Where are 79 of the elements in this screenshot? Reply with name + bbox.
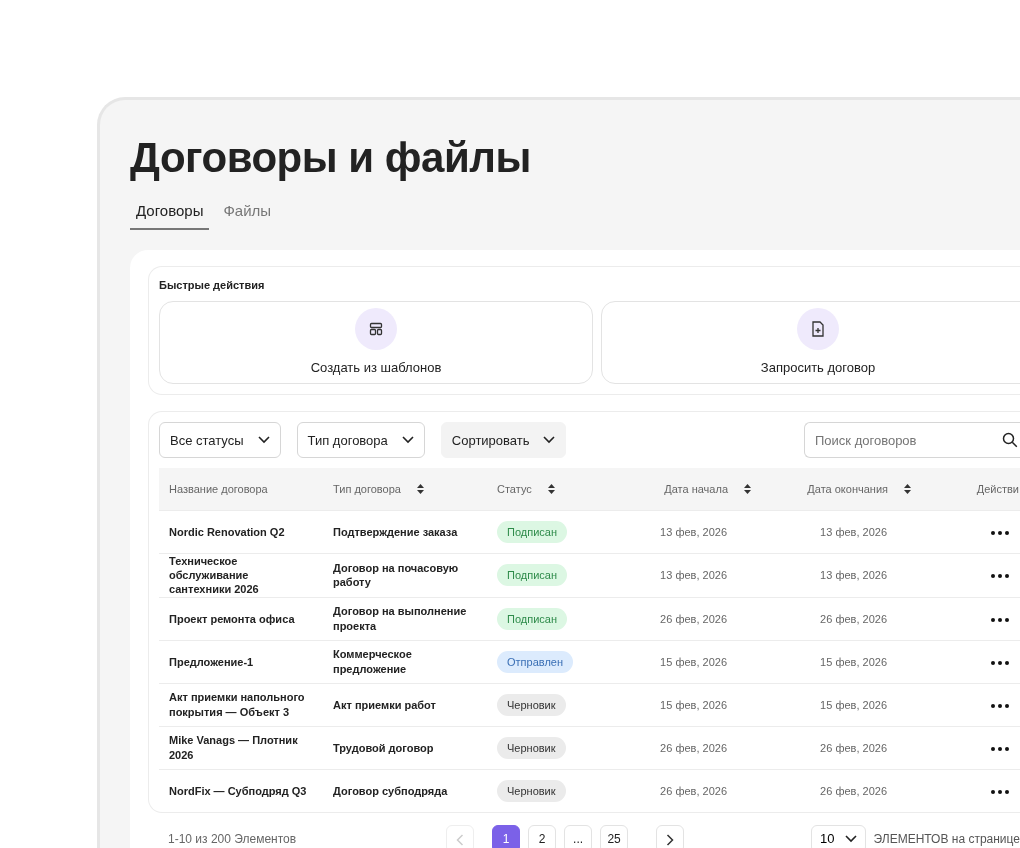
file-plus-icon <box>811 321 825 338</box>
table-cell: 13 фев, 2026 <box>660 525 727 538</box>
table-cell: 13 фев, 2026 <box>660 569 727 582</box>
chevron-down-icon <box>543 436 556 445</box>
table-cell: 13 фев, 2026 <box>820 525 887 538</box>
chevron-down-icon <box>257 436 270 445</box>
more-icon[interactable] <box>991 703 1009 708</box>
search-field[interactable]: Поиск договоров <box>804 422 1020 459</box>
quick-action-button[interactable]: Создать из шаблонов <box>159 301 593 385</box>
per-page-dropdown[interactable]: 10 <box>811 825 866 848</box>
chevron-left-icon <box>456 834 465 846</box>
layout-icon <box>369 322 383 337</box>
more-icon[interactable] <box>991 746 1009 751</box>
table-cell: Проект ремонта офиса <box>169 612 295 625</box>
table-cell: Техническое обслуживание сантехники 2026 <box>169 554 259 596</box>
next-page-button[interactable] <box>656 825 685 848</box>
column-header: Дата начала <box>664 481 728 497</box>
table-cell: 15 фев, 2026 <box>820 698 887 711</box>
tab[interactable]: Файлы <box>217 196 278 230</box>
table-cell: Mike Vanags — Плотник 2026 <box>169 734 298 761</box>
search-icon <box>1002 432 1018 449</box>
table-cell: Договор на почасовую работу <box>333 561 459 589</box>
page-button[interactable]: 1 <box>492 825 521 848</box>
quick-action-button[interactable]: Запросить договор <box>601 301 1020 385</box>
more-icon[interactable] <box>991 789 1009 794</box>
page-title: Договоры и файлы <box>130 134 532 183</box>
table-cell: Коммерческое предложение <box>333 648 412 675</box>
sort-icon <box>547 484 555 495</box>
table-cell: Nordic Renovation Q2 <box>169 525 285 538</box>
column-header: Статус <box>497 481 532 497</box>
table-cell: Подтверждение заказа <box>333 525 458 538</box>
per-page-label: ЭЛЕМЕНТОВ на странице <box>873 831 1020 848</box>
table-cell: 26 фев, 2026 <box>820 612 887 625</box>
table-cell: 15 фев, 2026 <box>660 698 727 711</box>
sort-icon <box>416 484 424 495</box>
status-badge: Отправлен <box>497 650 573 673</box>
table-cell: 26 фев, 2026 <box>820 784 887 797</box>
status-badge: Черновик <box>497 779 566 803</box>
filter-dropdown[interactable]: Сортировать <box>440 422 567 459</box>
table-cell: 15 фев, 2026 <box>820 655 887 668</box>
table-cell: Трудовой договор <box>333 741 434 754</box>
table-cell: Акт приемки работ <box>333 698 436 711</box>
table-cell: Предложение-1 <box>169 655 254 668</box>
status-badge: Подписан <box>497 520 567 543</box>
status-badge: Черновик <box>497 736 566 759</box>
column-header: Дата окончания <box>807 481 888 497</box>
table-cell: 15 фев, 2026 <box>660 655 727 668</box>
sort-icon <box>904 484 911 495</box>
table-cell: 13 фев, 2026 <box>820 569 887 582</box>
table-cell: 26 фев, 2026 <box>660 784 727 797</box>
more-icon[interactable] <box>991 574 1009 579</box>
more-icon[interactable] <box>991 617 1009 622</box>
status-badge: Подписан <box>497 564 567 587</box>
status-badge: Подписан <box>497 607 567 630</box>
table-cell: 26 фев, 2026 <box>820 741 887 754</box>
filter-dropdown[interactable]: Все статусы <box>159 422 281 459</box>
more-icon[interactable] <box>991 530 1009 535</box>
sort-icon <box>744 484 751 495</box>
page-button[interactable]: 25 <box>600 825 629 848</box>
page-button[interactable]: 2 <box>528 825 557 848</box>
filter-dropdown[interactable]: Тип договора <box>296 422 425 459</box>
table-cell: 26 фев, 2026 <box>660 741 727 754</box>
section-title: Быстрые действия <box>159 277 266 293</box>
status-badge: Черновик <box>497 693 566 716</box>
page-button[interactable]: ... <box>564 825 593 848</box>
pagination-summary: 1-10 из 200 Элементов <box>168 831 297 848</box>
column-header: Название договора <box>169 481 268 497</box>
table-cell: Договор субподряда <box>333 784 448 797</box>
chevron-right-icon <box>666 834 675 846</box>
table-cell: Договор на выполнение проекта <box>333 605 467 632</box>
table-cell: NordFix — Субподряд Q3 <box>169 784 307 797</box>
tab[interactable]: Договоры <box>130 196 210 230</box>
table-cell: Акт приемки напольного покрытия — Объект 3 <box>169 691 305 718</box>
more-icon[interactable] <box>991 660 1009 665</box>
chevron-down-icon <box>844 835 857 844</box>
chevron-down-icon <box>401 436 414 445</box>
table-cell: 26 фев, 2026 <box>660 612 727 625</box>
column-header: Тип договора <box>333 481 401 497</box>
column-header: Действи <box>976 481 1019 497</box>
